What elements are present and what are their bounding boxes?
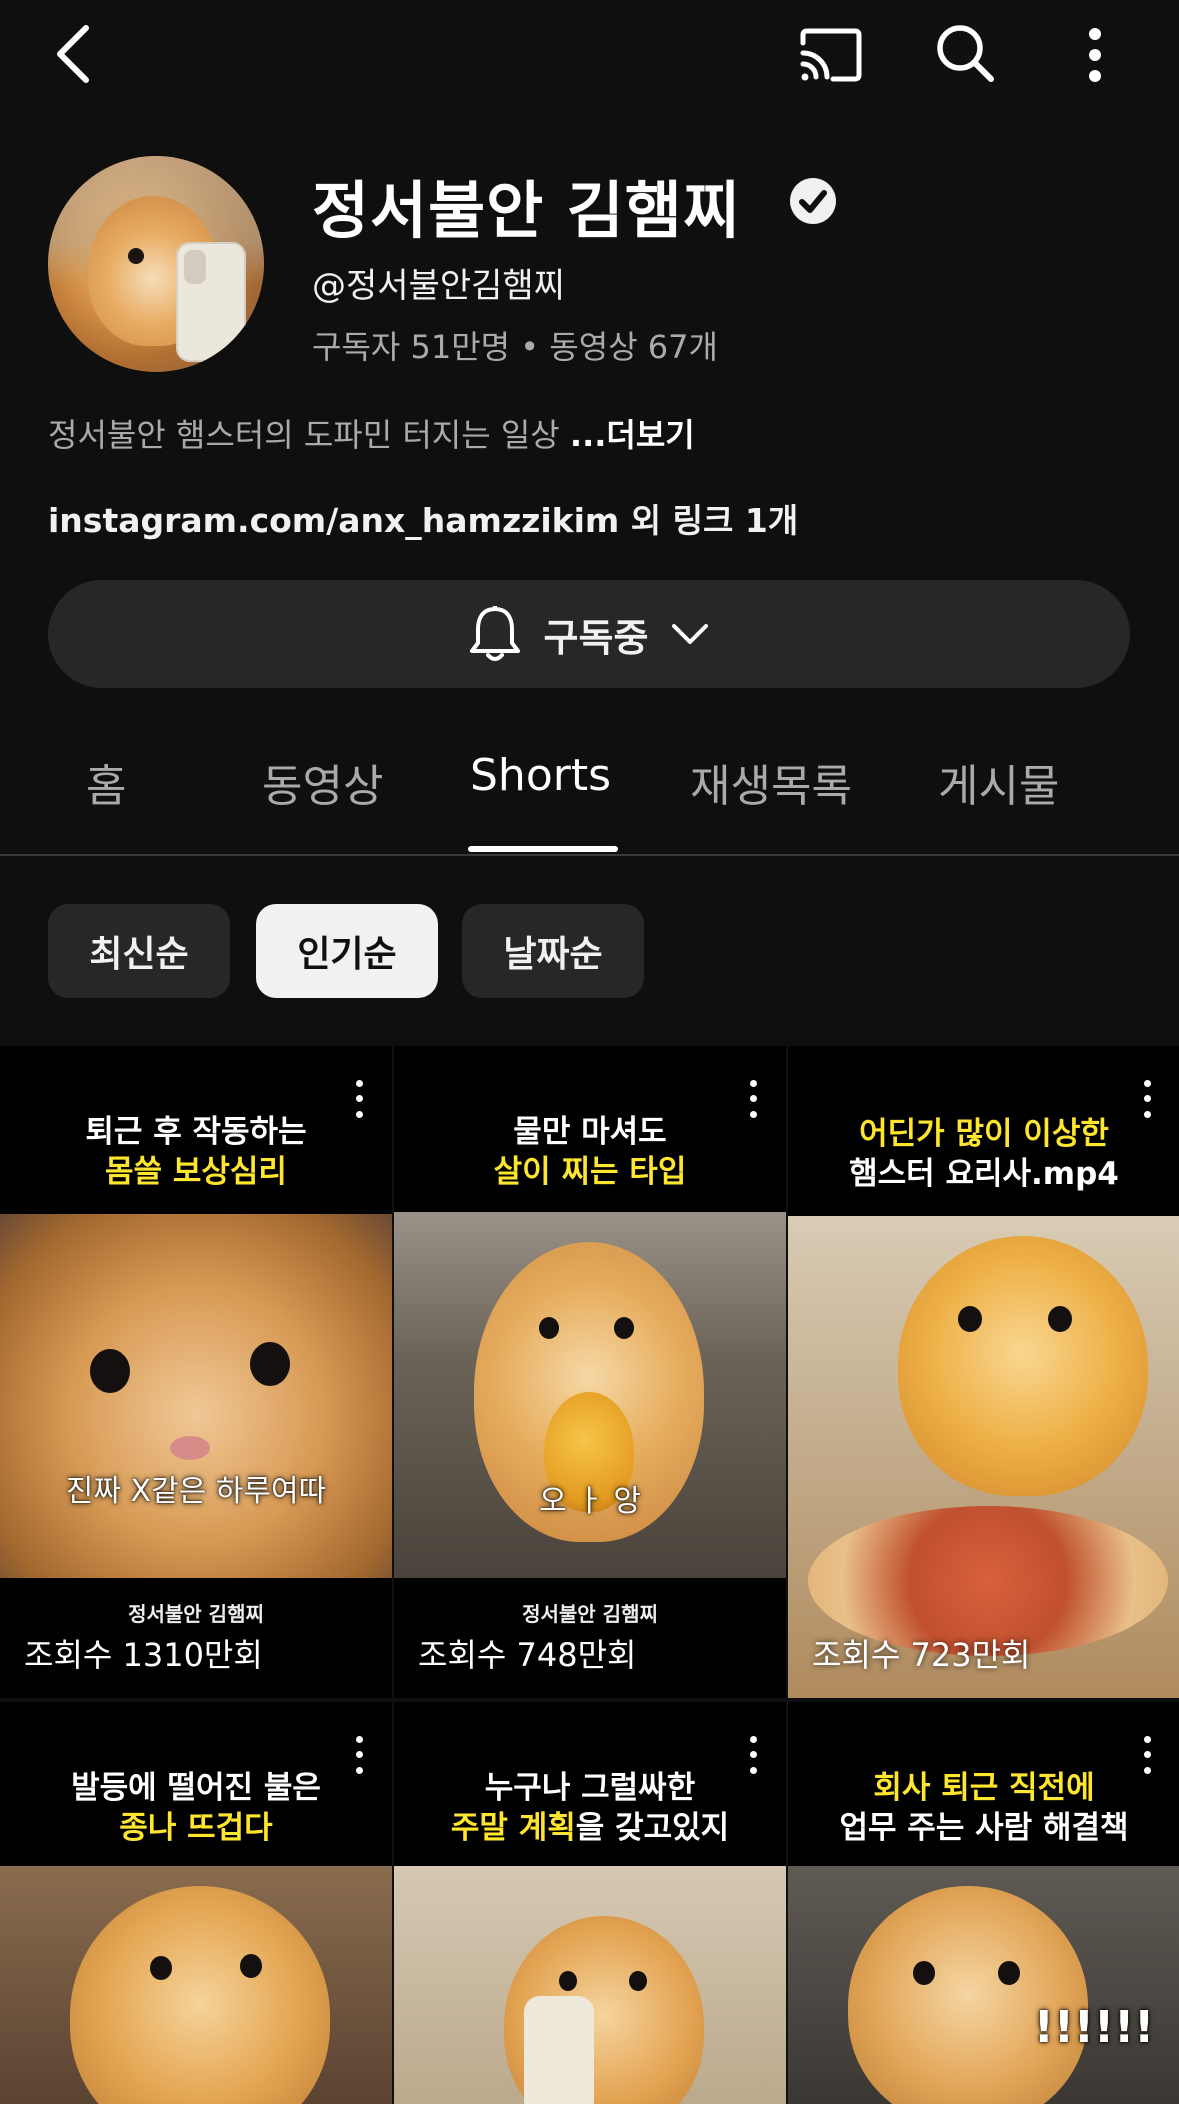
channel-links[interactable]: instagram.com/anx_hamzzikim 외 링크 1개 [48,494,798,542]
search-button[interactable] [930,18,1000,88]
description-text: 정서불안 햄스터의 도파민 터지는 일상 [48,416,560,454]
chip-oldest[interactable]: 날짜순 [462,904,644,998]
chip-latest[interactable]: 최신순 [48,904,230,998]
tab-videos[interactable]: 동영상 [262,750,383,814]
more-vertical-icon [1089,28,1101,82]
short-views: 조회수 1310만회 [24,1636,263,1674]
cast-button[interactable] [796,20,866,90]
short-thumbnail [394,1212,786,1578]
short-caption: 발등에 떨어진 불은 종나 뜨겁다 [71,1770,321,1846]
more-options-button[interactable] [1074,20,1116,90]
avatar-phone [176,242,246,362]
short-card[interactable]: 물만 마셔도 살이 찌는 타입 오 ㅏ 앙 정서불안 김햄찌 조회수 748만회 [394,1046,786,1698]
more-vertical-icon[interactable] [738,1076,768,1122]
short-caption: 어딘가 많이 이상한 햄스터 요리사.mp4 [849,1116,1119,1192]
short-brand-text: 정서불안 김햄찌 [522,1602,658,1626]
search-icon [937,25,994,82]
channel-handle: @정서불안김햄찌 [312,266,565,306]
more-vertical-icon[interactable] [1132,1076,1162,1122]
short-overlay-text: 오 ㅏ 앙 [539,1484,641,1519]
tab-playlists[interactable]: 재생목록 [690,750,852,814]
short-caption: 퇴근 후 작동하는 몸쓸 보상심리 [85,1114,307,1190]
verified-check-icon [790,178,836,224]
short-brand-text: 정서불안 김햄찌 [128,1602,264,1626]
chevron-down-icon [672,624,709,644]
short-card[interactable]: 퇴근 후 작동하는 몸쓸 보상심리 진짜 X같은 하루여따 정서불안 김햄찌 조… [0,1046,392,1698]
short-thumbnail [394,1866,786,2104]
short-caption: 누구나 그럴싸한 주말 계획을 갖고있지 [450,1770,730,1846]
subscribed-button[interactable]: 구독중 [48,580,1130,688]
short-thumbnail [0,1866,392,2104]
short-overlay-text: !!!!!! [1033,2002,1155,2053]
short-caption: 회사 퇴근 직전에 업무 주는 사람 해결책 [839,1770,1129,1846]
tab-home[interactable]: 홈 [86,750,126,814]
more-vertical-icon[interactable] [738,1732,768,1778]
chip-popular[interactable]: 인기순 [256,904,438,998]
active-tab-indicator [468,846,618,852]
short-thumbnail [788,1866,1179,2104]
top-bar [0,0,1179,110]
more-vertical-icon[interactable] [344,1076,374,1122]
short-card[interactable]: 누구나 그럴싸한 주말 계획을 갖고있지 [394,1702,786,2104]
channel-tabs: 홈 동영상 Shorts 재생목록 게시물 [0,720,1179,856]
more-vertical-icon[interactable] [1132,1732,1162,1778]
short-card[interactable]: 어딘가 많이 이상한 햄스터 요리사.mp4 조회수 723만회 [788,1046,1179,1698]
short-card[interactable]: 회사 퇴근 직전에 업무 주는 사람 해결책 !!!!!! [788,1702,1179,2104]
tab-shorts[interactable]: Shorts [470,750,611,801]
bell-icon [469,606,520,661]
tab-posts[interactable]: 게시물 [938,750,1059,814]
short-overlay-text: 진짜 X같은 하루여따 [65,1474,327,1509]
short-thumbnail [788,1216,1179,1698]
subscribed-label: 구독중 [543,615,649,660]
avatar-eye [128,248,144,264]
back-button[interactable] [40,18,104,90]
short-thumbnail [0,1214,392,1578]
channel-avatar[interactable] [48,156,264,372]
short-views: 조회수 748만회 [418,1636,637,1674]
chevron-left-icon [57,25,89,83]
channel-stats: 구독자 51만명 • 동영상 67개 [312,328,718,366]
short-caption: 물만 마셔도 살이 찌는 타입 [493,1114,687,1190]
more-vertical-icon[interactable] [344,1732,374,1778]
cast-icon [800,28,862,82]
short-card[interactable]: 발등에 떨어진 불은 종나 뜨겁다 [0,1702,392,2104]
channel-name: 정서불안 김햄찌 [312,174,741,247]
channel-description[interactable]: 정서불안 햄스터의 도파민 터지는 일상 ...더보기 [48,410,695,456]
short-views: 조회수 723만회 [812,1636,1031,1674]
more-link[interactable]: ...더보기 [570,416,695,454]
